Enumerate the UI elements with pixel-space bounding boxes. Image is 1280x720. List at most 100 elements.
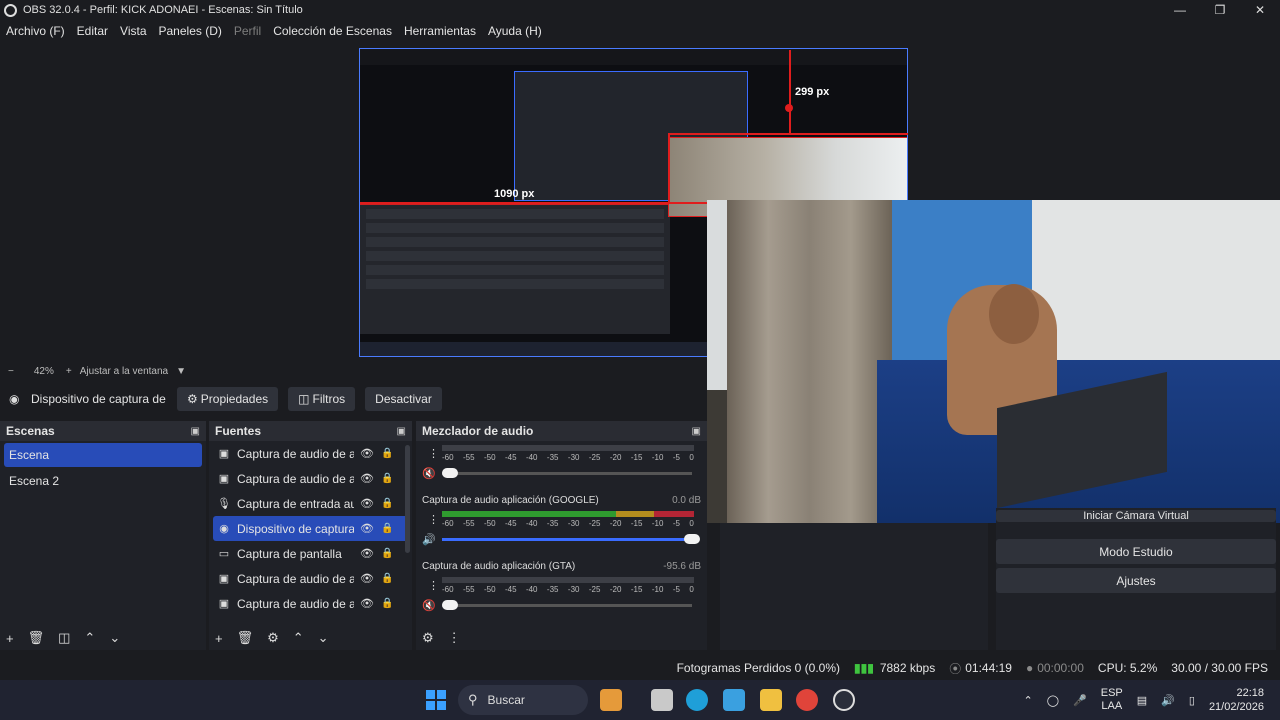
menu-help[interactable]: Ayuda (H) <box>488 24 542 38</box>
zoom-out-button[interactable]: − <box>8 366 14 377</box>
visibility-eye-icon[interactable]: 👁 <box>360 547 374 560</box>
lock-icon[interactable]: 🔒 <box>381 498 393 509</box>
meter-tick-label: 0 <box>689 453 694 462</box>
monitor-icon: ▭ <box>218 548 230 560</box>
store-icon[interactable] <box>723 689 745 711</box>
menu-tools[interactable]: Herramientas <box>404 24 476 38</box>
microphone-icon[interactable]: 🎤 <box>1073 694 1087 707</box>
dropped-frames: Fotogramas Perdidos 0 (0.0%) <box>676 661 840 675</box>
virtual-camera-button[interactable]: Iniciar Cámara Virtual <box>996 510 1276 522</box>
chevron-down-icon[interactable]: ▼ <box>176 366 186 377</box>
menu-scene-collection[interactable]: Colección de Escenas <box>273 24 392 38</box>
menu-edit[interactable]: Editar <box>77 24 108 38</box>
network-icon[interactable]: ▤ <box>1137 694 1147 707</box>
add-source-icon[interactable]: + <box>215 631 223 646</box>
source-settings-icon[interactable]: ⚙ <box>267 630 279 646</box>
meter-tick-label: -55 <box>462 585 475 594</box>
sources-scrollbar[interactable] <box>405 445 410 553</box>
battery-icon[interactable]: ▯ <box>1189 694 1195 707</box>
channel-menu-icon[interactable]: ⋮ <box>428 447 439 460</box>
source-item[interactable]: ▣ Captura de audio de ap 👁 🔒 <box>213 566 408 591</box>
menu-docks[interactable]: Paneles (D) <box>159 24 222 38</box>
taskbar-search[interactable]: ⚲ Buscar <box>458 685 588 715</box>
volume-slider[interactable] <box>442 534 700 544</box>
volume-knob[interactable] <box>441 600 458 610</box>
camera-off-icon[interactable]: ◯ <box>1047 694 1059 707</box>
visibility-eye-icon[interactable]: 👁 <box>360 597 374 610</box>
record-icon: ● <box>1025 661 1034 675</box>
lock-icon[interactable]: 🔒 <box>381 523 393 534</box>
visibility-eye-icon[interactable]: 👁 <box>360 522 374 535</box>
audio-mixer-dock: Mezclador de audio ▣ ⋮ -60 -55 -50 -45 -40 -35-… <box>416 421 707 650</box>
lock-icon[interactable]: 🔒 <box>381 548 393 559</box>
volume-slider[interactable] <box>441 468 692 478</box>
speaker-icon[interactable]: 🔊 <box>422 533 436 546</box>
settings-button[interactable]: Ajustes <box>996 568 1276 593</box>
windows-start-icon[interactable] <box>426 690 446 710</box>
lock-icon[interactable]: 🔒 <box>381 573 393 584</box>
scene-filters-icon[interactable]: ◫ <box>58 630 70 646</box>
volume-knob[interactable] <box>684 534 700 544</box>
move-up-icon[interactable]: ⌃ <box>84 630 95 646</box>
menu-file[interactable]: Archivo (F) <box>6 24 65 38</box>
channel-menu-icon[interactable]: ⋮ <box>428 513 439 526</box>
source-item[interactable]: 🎙 Captura de entrada auc 👁 🔒 <box>213 491 408 516</box>
webcam-feed[interactable] <box>707 200 1280 523</box>
menu-view[interactable]: Vista <box>120 24 146 38</box>
undock-icon[interactable]: ▣ <box>397 426 406 437</box>
visibility-eye-icon[interactable]: 👁 <box>360 572 374 585</box>
properties-button[interactable]: ⚙ Propiedades <box>177 387 279 411</box>
edge-icon[interactable] <box>686 689 708 711</box>
taskbar-clock[interactable]: 22:18 21/02/2026 <box>1209 686 1264 714</box>
source-item[interactable]: ▣ Captura de audio de ap 👁 🔒 <box>213 466 408 491</box>
maximize-button[interactable]: ❐ <box>1200 0 1240 20</box>
lock-icon[interactable]: 🔒 <box>381 473 393 484</box>
measure-handle-top[interactable] <box>785 104 793 112</box>
visibility-eye-icon[interactable]: 👁 <box>360 472 374 485</box>
mixer-menu-icon[interactable]: ⋮ <box>448 630 461 646</box>
tray-overflow-icon[interactable]: ⌃ <box>1024 694 1033 707</box>
meter-tick-label: -45 <box>504 453 517 462</box>
zoom-in-button[interactable]: + <box>66 366 72 377</box>
volume-slider[interactable] <box>441 600 692 610</box>
source-item[interactable]: ▣ Captura de audio de ap 👁 🔒 <box>213 591 408 616</box>
volume-knob[interactable] <box>441 468 458 478</box>
widgets-icon[interactable] <box>600 689 622 711</box>
scene-item[interactable]: Escena 2 <box>4 469 202 493</box>
chrome-icon[interactable] <box>796 689 818 711</box>
remove-scene-icon[interactable]: 🗑 <box>28 630 45 646</box>
source-item[interactable]: ▣ Captura de audio de ap 👁 🔒 <box>213 441 408 466</box>
channel-name: Captura de audio aplicación (GTA) <box>422 560 576 572</box>
remove-source-icon[interactable]: 🗑 <box>237 630 254 646</box>
add-scene-icon[interactable]: + <box>6 631 14 646</box>
channel-menu-icon[interactable]: ⋮ <box>428 579 439 592</box>
muted-speaker-icon[interactable]: 🔇 <box>422 467 436 480</box>
undock-icon[interactable]: ▣ <box>191 426 200 437</box>
file-explorer-icon[interactable] <box>760 689 782 711</box>
close-button[interactable]: ✕ <box>1240 0 1280 20</box>
advanced-audio-icon[interactable]: ⚙ <box>422 630 434 646</box>
move-down-icon[interactable]: ⌄ <box>109 630 120 646</box>
task-view-icon[interactable] <box>651 689 673 711</box>
source-item[interactable]: ◉ Dispositivo de captura c 👁 🔒 <box>213 516 408 541</box>
move-down-icon[interactable]: ⌄ <box>318 630 329 646</box>
move-up-icon[interactable]: ⌃ <box>293 630 304 646</box>
minimize-button[interactable]: — <box>1160 0 1200 20</box>
filters-button[interactable]: ◫ Filtros <box>288 387 356 411</box>
deactivate-button[interactable]: Desactivar <box>365 387 442 411</box>
muted-speaker-icon[interactable]: 🔇 <box>422 599 436 612</box>
visibility-eye-icon[interactable]: 👁 <box>360 447 374 460</box>
source-item[interactable]: ▭ Captura de pantalla 👁 🔒 <box>213 541 408 566</box>
fit-window-select[interactable]: Ajustar a la ventana <box>80 366 168 377</box>
meter-tick-label: -35 <box>546 519 559 528</box>
language-indicator[interactable]: ESP LAA <box>1101 687 1123 713</box>
scene-item[interactable]: Escena <box>4 443 202 467</box>
obs-taskbar-icon[interactable] <box>833 689 855 711</box>
volume-icon[interactable]: 🔊 <box>1161 694 1175 707</box>
lock-icon[interactable]: 🔒 <box>381 448 393 459</box>
zoom-level: 42% <box>33 365 54 377</box>
source-label: Captura de audio de ap <box>237 446 354 461</box>
visibility-eye-icon[interactable]: 👁 <box>360 497 374 510</box>
lock-icon[interactable]: 🔒 <box>381 598 393 609</box>
studio-mode-button[interactable]: Modo Estudio <box>996 539 1276 564</box>
